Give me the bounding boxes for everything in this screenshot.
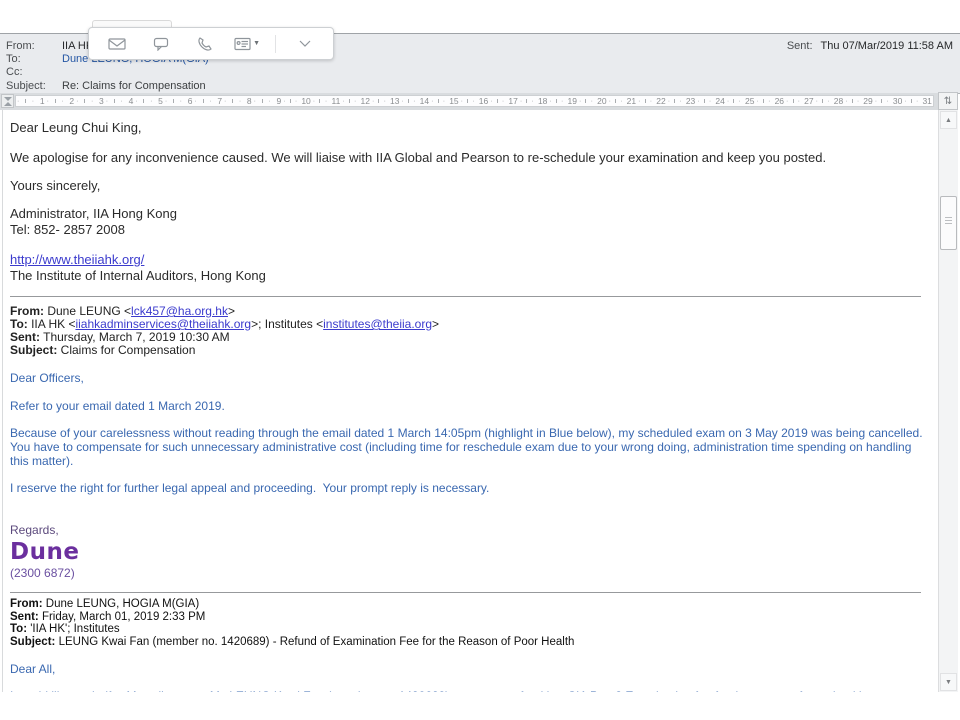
sent-label: Sent: [787,40,813,52]
scroll-up-button[interactable]: ▲ [940,111,957,129]
vertical-scrollbar[interactable]: ▲ ▼ [938,110,958,692]
ruler-unit: ··4 [105,96,135,106]
horizontal-ruler: ··1··2··3··4··5··6··7··8··9··10··11··12·… [0,93,938,111]
quoted1-paragraph-1: Refer to your email dated 1 March 2019. [10,399,930,413]
quoted1-signature-phone: (2300 6872) [10,566,930,580]
sender-email-link[interactable]: lck457@ha.org.hk [131,304,228,318]
ruler-unit: ··7 [193,96,223,106]
quoted1-paragraph-3: I reserve the right for further legal ap… [10,481,930,495]
quoted1-signature-name: Dune [10,540,930,564]
scrollbar-thumb[interactable] [940,196,957,250]
ruler-unit: ··27 [785,96,815,106]
ruler-unit: ··23 [667,96,697,106]
ruler-unit: ··31 [903,96,933,106]
quoted2-paragraph-1: I would like to clarify. My colleagues, … [10,689,930,692]
quoted1-greeting: Dear Officers, [10,371,930,385]
ruler-unit: ··29 [844,96,874,106]
ruler-unit: ··25 [726,96,756,106]
hanging-indent-marker[interactable] [4,102,12,106]
contact-mini-toolbar: ▼ [88,27,334,60]
organization-name: The Institute of Internal Auditors, Hong… [10,268,930,284]
quoted2-subject-line: Subject: LEUNG Kwai Fan (member no. 1420… [10,636,930,649]
ruler-unit: ··17 [489,96,519,106]
website-link[interactable]: http://www.theiiahk.org/ [10,252,144,267]
expand-chevron-icon[interactable] [290,33,320,55]
quoted-separator-2 [10,592,921,593]
cc-label: Cc: [6,66,23,78]
contact-card-icon[interactable]: ▼ [232,33,262,55]
instant-message-icon[interactable] [146,33,176,55]
ruler-unit: ··12 [341,96,371,106]
tab-stop-selector[interactable] [1,94,14,108]
quoted2-sent-line: Sent: Friday, March 01, 2019 2:33 PM [10,611,930,624]
quoted2-from-line: From: Dune LEUNG, HOGIA M(GIA) [10,598,930,611]
ruler-unit: ··14 [401,96,431,106]
ruler-unit: ··20 [578,96,608,106]
view-ruler-toggle-button[interactable]: ⇅ [938,92,958,110]
scroll-down-button[interactable]: ▼ [940,673,957,691]
ruler-unit: ··21 [608,96,638,106]
document-left-edge [2,110,3,692]
from-label: From: [6,40,35,52]
ruler-unit: ··26 [755,96,785,106]
ruler-unit: ··18 [519,96,549,106]
phone-call-icon[interactable] [189,33,219,55]
quoted2-greeting: Dear All, [10,662,930,676]
ruler-unit: ··3 [75,96,105,106]
ruler-unit: ··24 [696,96,726,106]
to-label: To: [6,53,21,65]
body-greeting: Dear Leung Chui King, [10,110,930,136]
ruler-unit: ··8 [223,96,253,106]
message-body: Dear Leung Chui King, We apologise for a… [0,110,938,692]
ruler-unit: ··1 [16,96,46,106]
contact-card-dropdown-caret[interactable]: ▼ [253,40,260,47]
toolbar-divider [275,35,276,53]
body-paragraph: We apologise for any inconvenience cause… [10,150,930,166]
quoted-header-1: From: Dune LEUNG <lck457@ha.org.hk> To: … [10,305,930,357]
body-closing: Yours sincerely, [10,178,930,194]
quoted-separator [10,296,921,297]
scrollbar-grip [945,220,952,221]
subject-value: Re: Claims for Compensation [62,80,206,92]
ruler-unit: ··30 [874,96,904,106]
sent-value: Thu 07/Mar/2019 11:58 AM [821,40,954,52]
ruler-unit: ··10 [282,96,312,106]
subject-label: Subject: [6,80,46,92]
ruler-unit: ··15 [430,96,460,106]
ruler-scale: ··1··2··3··4··5··6··7··8··9··10··11··12·… [15,95,934,107]
recipient-email-link[interactable]: iiahkadminservices@theiiahk.org [75,317,251,331]
ruler-unit: ··16 [460,96,490,106]
quoted2-to-line: To: 'IIA HK'; Institutes [10,623,930,636]
ruler-unit: ··11 [312,96,342,106]
ruler-unit: ··6 [164,96,194,106]
signature-line: Administrator, IIA Hong Kong [10,206,930,222]
ruler-unit: ··13 [371,96,401,106]
ruler-unit: ··19 [548,96,578,106]
ruler-unit: ··9 [253,96,283,106]
signature-phone: Tel: 852- 2857 2008 [10,222,930,238]
quoted1-paragraph-2: Because of your carelessness without rea… [10,426,930,468]
recipient-email-link-2[interactable]: institutes@theiia.org [323,317,432,331]
quoted1-regards: Regards, [10,523,930,537]
quoted1-subject-line: Subject: Claims for Compensation [10,344,930,357]
ruler-unit: ··22 [637,96,667,106]
ruler-unit: ··28 [815,96,845,106]
ruler-unit: ··5 [134,96,164,106]
quoted-header-2: From: Dune LEUNG, HOGIA M(GIA) Sent: Fri… [10,598,930,648]
sent-field: Sent: Thu 07/Mar/2019 11:58 AM [787,40,953,52]
email-reading-pane: From: IIA HK To: Dune LEUNG, HOGIA M(GIA… [0,0,960,720]
first-line-indent-marker[interactable] [4,97,12,101]
ruler-unit: ··2 [46,96,76,106]
send-email-icon[interactable] [102,33,132,55]
